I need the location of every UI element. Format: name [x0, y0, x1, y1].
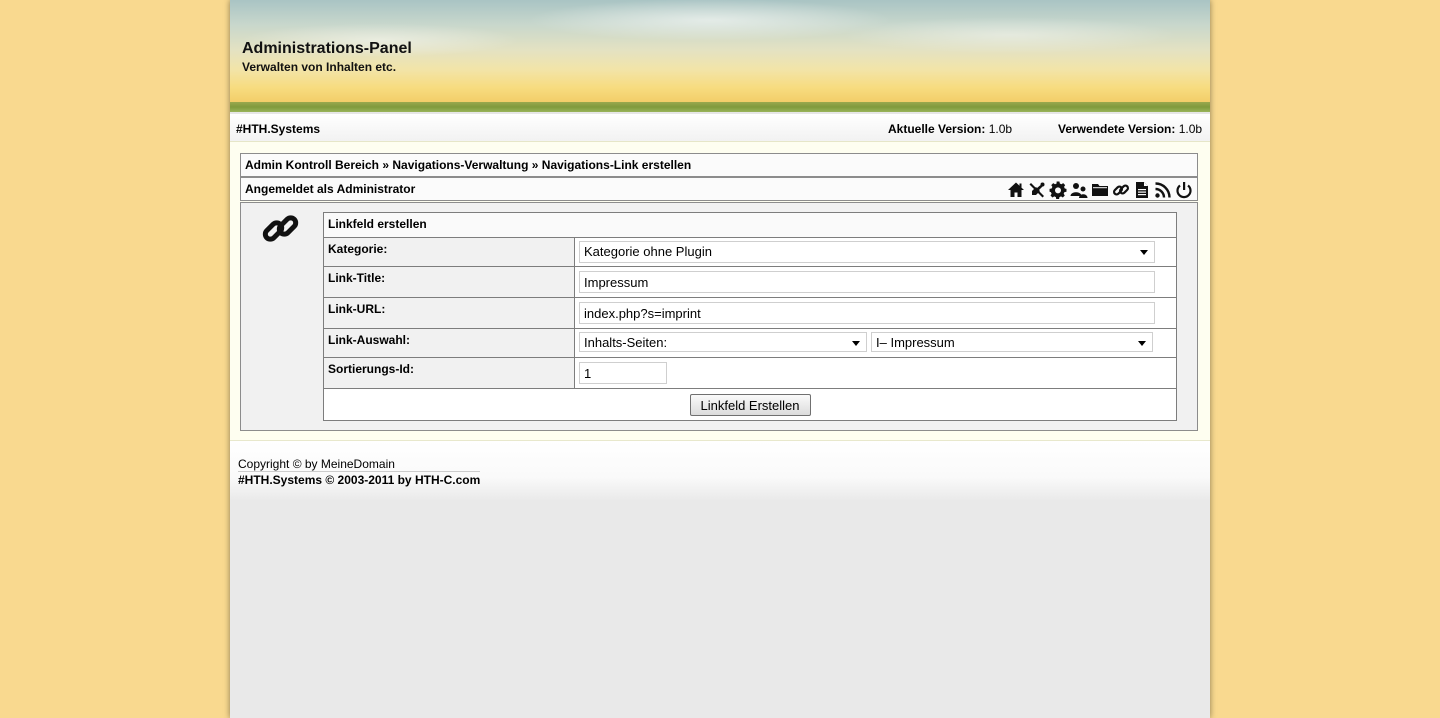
brand-name: #HTH.Systems	[236, 122, 321, 136]
rss-icon[interactable]	[1154, 181, 1172, 199]
link-title-input[interactable]	[579, 271, 1155, 293]
link-choice-label: Link-Auswahl:	[323, 328, 575, 358]
category-select-value: Kategorie ohne Plugin	[584, 244, 712, 259]
breadcrumb: Admin Kontroll Bereich » Navigations-Ver…	[240, 153, 1198, 177]
site-subtitle: Verwalten von Inhalten etc.	[242, 60, 397, 74]
link-icon	[261, 209, 301, 249]
sort-id-label: Sortierungs-Id:	[323, 357, 575, 389]
breadcrumb-item-current: Navigations-Link erstellen	[541, 158, 692, 172]
logged-in-text: Angemeldet als Administrator	[245, 182, 416, 196]
admin-icon-toolbar	[1007, 181, 1193, 199]
footer-copyright: Copyright © by MeineDomain	[238, 457, 396, 472]
form-panel: Linkfeld erstellen Kategorie: Kategorie …	[240, 202, 1198, 431]
breadcrumb-item-navigation[interactable]: Navigations-Verwaltung	[392, 158, 528, 172]
power-icon[interactable]	[1175, 181, 1193, 199]
current-version: Aktuelle Version: 1.0b	[888, 122, 1012, 136]
link-url-label: Link-URL:	[323, 297, 575, 329]
link-choice-type-value: Inhalts-Seiten:	[584, 335, 668, 350]
current-version-label: Aktuelle Version:	[888, 122, 986, 136]
folder-icon[interactable]	[1091, 181, 1109, 199]
link-choice-type-select[interactable]: Inhalts-Seiten:	[579, 332, 867, 352]
used-version-label: Verwendete Version:	[1058, 122, 1176, 136]
user-bar: Angemeldet als Administrator	[240, 177, 1198, 201]
used-version: Verwendete Version: 1.0b	[1058, 122, 1202, 136]
footer: Copyright © by MeineDomain #HTH.Systems …	[230, 441, 1210, 501]
submit-row: Linkfeld Erstellen	[323, 388, 1177, 421]
header-banner: Administrations-Panel Verwalten von Inha…	[230, 0, 1210, 112]
link-form: Linkfeld erstellen Kategorie: Kategorie …	[323, 212, 1177, 421]
page-container: Administrations-Panel Verwalten von Inha…	[230, 0, 1210, 718]
sort-id-input[interactable]	[579, 362, 667, 384]
footer-system-credit: #HTH.Systems © 2003-2011 by HTH-C.com	[238, 471, 481, 487]
link-icon[interactable]	[1112, 181, 1130, 199]
used-version-value: 1.0b	[1178, 122, 1203, 136]
home-icon[interactable]	[1007, 181, 1025, 199]
tools-icon[interactable]	[1028, 181, 1046, 199]
breadcrumb-separator: »	[382, 158, 390, 172]
breadcrumb-item-admin[interactable]: Admin Kontroll Bereich	[245, 158, 379, 172]
document-icon[interactable]	[1133, 181, 1151, 199]
info-bar: #HTH.Systems Aktuelle Version: 1.0b Verw…	[230, 112, 1210, 142]
link-title-label: Link-Title:	[323, 266, 575, 298]
current-version-value: 1.0b	[988, 122, 1013, 136]
site-title: Administrations-Panel	[242, 40, 412, 57]
link-url-input[interactable]	[579, 302, 1155, 324]
banner-grass	[230, 102, 1210, 112]
gear-icon[interactable]	[1049, 181, 1067, 199]
users-icon[interactable]	[1070, 181, 1088, 199]
form-heading: Linkfeld erstellen	[323, 212, 1177, 238]
category-label: Kategorie:	[323, 237, 575, 267]
link-choice-page-value: I– Impressum	[876, 335, 955, 350]
breadcrumb-separator: »	[531, 158, 539, 172]
category-select[interactable]: Kategorie ohne Plugin	[579, 241, 1155, 263]
create-link-button[interactable]: Linkfeld Erstellen	[689, 394, 811, 416]
content-area: Admin Kontroll Bereich » Navigations-Ver…	[230, 142, 1210, 441]
link-choice-page-select[interactable]: I– Impressum	[871, 332, 1153, 352]
